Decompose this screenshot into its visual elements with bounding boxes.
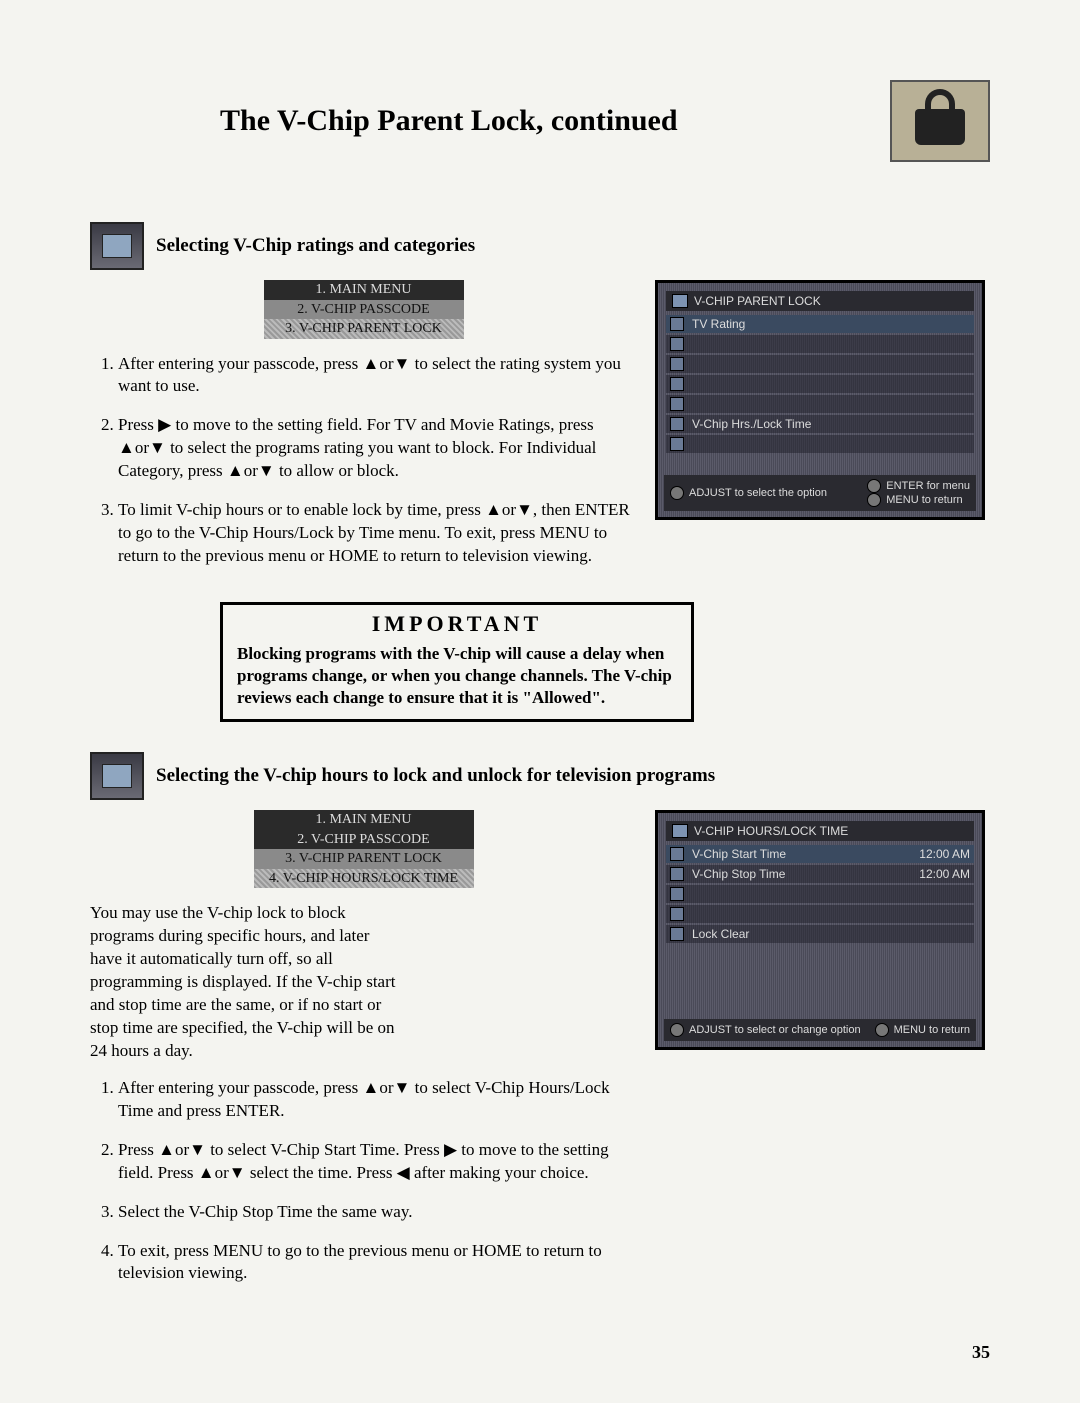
osd-row-label: V-Chip Start Time	[692, 847, 911, 861]
menu-icon	[867, 493, 881, 507]
breadcrumb-1: 1. MAIN MENU 2. V-CHIP PASSCODE 3. V-CHI…	[264, 280, 464, 339]
breadcrumb-item: 3. V-CHIP PARENT LOCK	[254, 849, 474, 869]
lock-icon	[890, 80, 990, 162]
step-item: After entering your passcode, press ▲or▼…	[118, 1077, 637, 1123]
steps-list-2: After entering your passcode, press ▲or▼…	[90, 1077, 637, 1286]
tv-icon	[90, 222, 144, 270]
osd-row-label: Lock Clear	[692, 927, 970, 941]
important-title: IMPORTANT	[237, 611, 677, 637]
section-head: Selecting V-Chip ratings and categories	[90, 222, 990, 270]
manual-page: The V-Chip Parent Lock, continued Select…	[0, 0, 1080, 1403]
tv-icon	[90, 752, 144, 800]
enter-icon	[867, 479, 881, 493]
breadcrumb-item: 1. MAIN MENU	[264, 280, 464, 300]
step-item: To exit, press MENU to go to the previou…	[118, 1240, 637, 1286]
page-number: 35	[972, 1342, 990, 1363]
intro-paragraph: You may use the V-chip lock to block pro…	[90, 902, 400, 1063]
osd-title: V-CHIP HOURS/LOCK TIME	[694, 824, 848, 838]
breadcrumb-2: 1. MAIN MENU 2. V-CHIP PASSCODE 3. V-CHI…	[254, 810, 474, 888]
menu-icon	[875, 1023, 889, 1037]
step-item: Press ▶ to move to the setting field. Fo…	[118, 414, 637, 483]
osd-row-label: V-Chip Stop Time	[692, 867, 911, 881]
section-ratings: Selecting V-Chip ratings and categories …	[90, 222, 990, 584]
step-item: Press ▲or▼ to select V-Chip Start Time. …	[118, 1139, 637, 1185]
osd-icon	[672, 824, 688, 838]
section-hours: Selecting the V-chip hours to lock and u…	[90, 752, 990, 1301]
osd-footer-text: MENU to return	[886, 494, 962, 506]
osd-row-value: 12:00 AM	[919, 847, 970, 861]
steps-list-1: After entering your passcode, press ▲or▼…	[90, 353, 637, 569]
breadcrumb-item: 2. V-CHIP PASSCODE	[254, 830, 474, 850]
breadcrumb-item: 1. MAIN MENU	[254, 810, 474, 830]
osd-footer-text: ENTER for menu	[886, 480, 970, 492]
osd-screenshot-2: V-CHIP HOURS/LOCK TIME V-Chip Start Time…	[655, 810, 985, 1050]
adjust-icon	[670, 1023, 684, 1037]
page-title: The V-Chip Parent Lock, continued	[220, 104, 678, 138]
osd-footer-text: ADJUST to select the option	[689, 487, 827, 499]
page-header: The V-Chip Parent Lock, continued	[90, 80, 990, 162]
osd-icon	[672, 294, 688, 308]
breadcrumb-item: 4. V-CHIP HOURS/LOCK TIME	[254, 869, 474, 889]
step-item: To limit V-chip hours or to enable lock …	[118, 499, 637, 568]
osd-screenshot-1: V-CHIP PARENT LOCK TV Rating V-Chip Hrs.…	[655, 280, 985, 520]
osd-row-value: 12:00 AM	[919, 867, 970, 881]
breadcrumb-item: 3. V-CHIP PARENT LOCK	[264, 319, 464, 339]
breadcrumb-item: 2. V-CHIP PASSCODE	[264, 300, 464, 320]
step-item: Select the V-Chip Stop Time the same way…	[118, 1201, 637, 1224]
osd-row-label: TV Rating	[692, 317, 745, 331]
important-callout: IMPORTANT Blocking programs with the V-c…	[220, 602, 694, 722]
osd-footer-text: MENU to return	[894, 1024, 970, 1036]
osd-footer-text: ADJUST to select or change option	[689, 1024, 861, 1036]
section-head: Selecting the V-chip hours to lock and u…	[90, 752, 990, 800]
section-title: Selecting the V-chip hours to lock and u…	[156, 765, 715, 787]
section-title: Selecting V-Chip ratings and categories	[156, 235, 475, 257]
osd-title: V-CHIP PARENT LOCK	[694, 294, 821, 308]
adjust-icon	[670, 486, 684, 500]
important-body: Blocking programs with the V-chip will c…	[237, 643, 677, 709]
step-item: After entering your passcode, press ▲or▼…	[118, 353, 637, 399]
osd-row-label: V-Chip Hrs./Lock Time	[692, 417, 811, 431]
